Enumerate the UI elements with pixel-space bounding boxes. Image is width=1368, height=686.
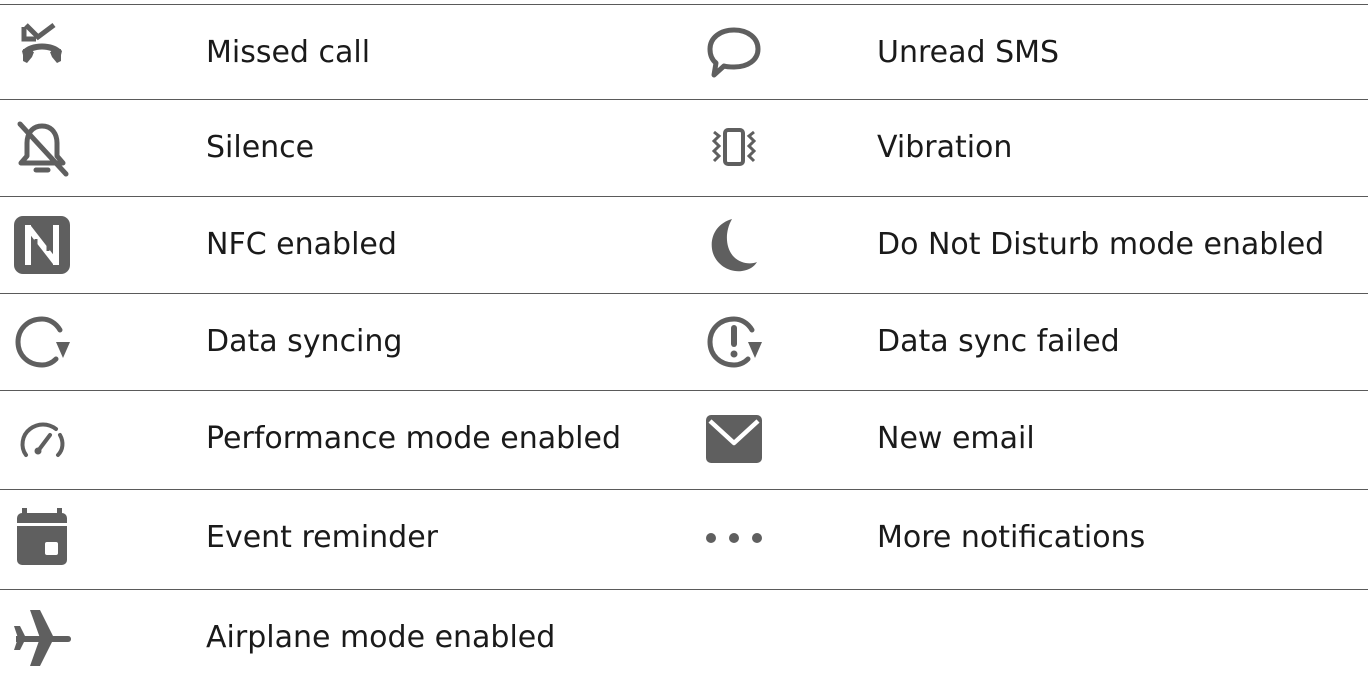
bell-off-icon	[12, 118, 72, 178]
legend-label: NFC enabled	[206, 227, 397, 262]
legend-entry: Silence	[0, 99, 680, 196]
legend-row: Performance mode enabled New email	[0, 390, 1368, 487]
legend-entry: Airplane mode enabled	[0, 589, 680, 686]
legend-entry: Performance mode enabled	[0, 390, 680, 487]
legend-entry: Event reminder	[0, 489, 680, 586]
legend-label: Performance mode enabled	[206, 421, 621, 456]
legend-entry: Missed call	[0, 4, 680, 101]
notification-icon-legend: Missed call Unread SMS Silence Vibration…	[0, 0, 1368, 680]
legend-entry: NFC enabled	[0, 196, 680, 293]
envelope-icon	[704, 409, 764, 469]
missed-call-icon	[12, 23, 72, 83]
legend-label: Event reminder	[206, 520, 439, 555]
legend-label: Vibration	[877, 130, 1013, 165]
legend-label: Data sync failed	[877, 324, 1120, 359]
legend-row: Event reminder More notifications	[0, 489, 1368, 586]
calendar-icon	[12, 508, 72, 568]
legend-label: Silence	[206, 130, 315, 165]
sync-failed-icon	[704, 312, 764, 372]
legend-row: NFC enabled Do Not Disturb mode enabled	[0, 196, 1368, 293]
legend-label: Unread SMS	[877, 35, 1060, 70]
airplane-icon	[12, 608, 72, 668]
legend-entry: New email	[680, 390, 1368, 487]
moon-icon	[704, 215, 764, 275]
legend-row: Airplane mode enabled	[0, 589, 1368, 686]
legend-label: Data syncing	[206, 324, 403, 359]
sms-bubble-icon	[704, 23, 764, 83]
legend-label: New email	[877, 421, 1035, 456]
legend-entry: Data syncing	[0, 293, 680, 390]
legend-label: Missed call	[206, 35, 371, 70]
legend-entry: Unread SMS	[680, 4, 1368, 101]
legend-row: Silence Vibration	[0, 99, 1368, 196]
vibration-icon	[704, 118, 764, 178]
nfc-icon	[12, 215, 72, 275]
legend-entry: Data sync failed	[680, 293, 1368, 390]
legend-row: Data syncing Data sync failed	[0, 293, 1368, 390]
legend-entry: More notifications	[680, 489, 1368, 586]
legend-entry: Do Not Disturb mode enabled	[680, 196, 1368, 293]
sync-icon	[12, 312, 72, 372]
legend-label: More notifications	[877, 520, 1146, 555]
speedometer-icon	[12, 409, 72, 469]
legend-label: Airplane mode enabled	[206, 620, 556, 655]
legend-label: Do Not Disturb mode enabled	[877, 227, 1325, 262]
more-dots-icon	[704, 508, 764, 568]
legend-row: Missed call Unread SMS	[0, 4, 1368, 101]
legend-entry: Vibration	[680, 99, 1368, 196]
